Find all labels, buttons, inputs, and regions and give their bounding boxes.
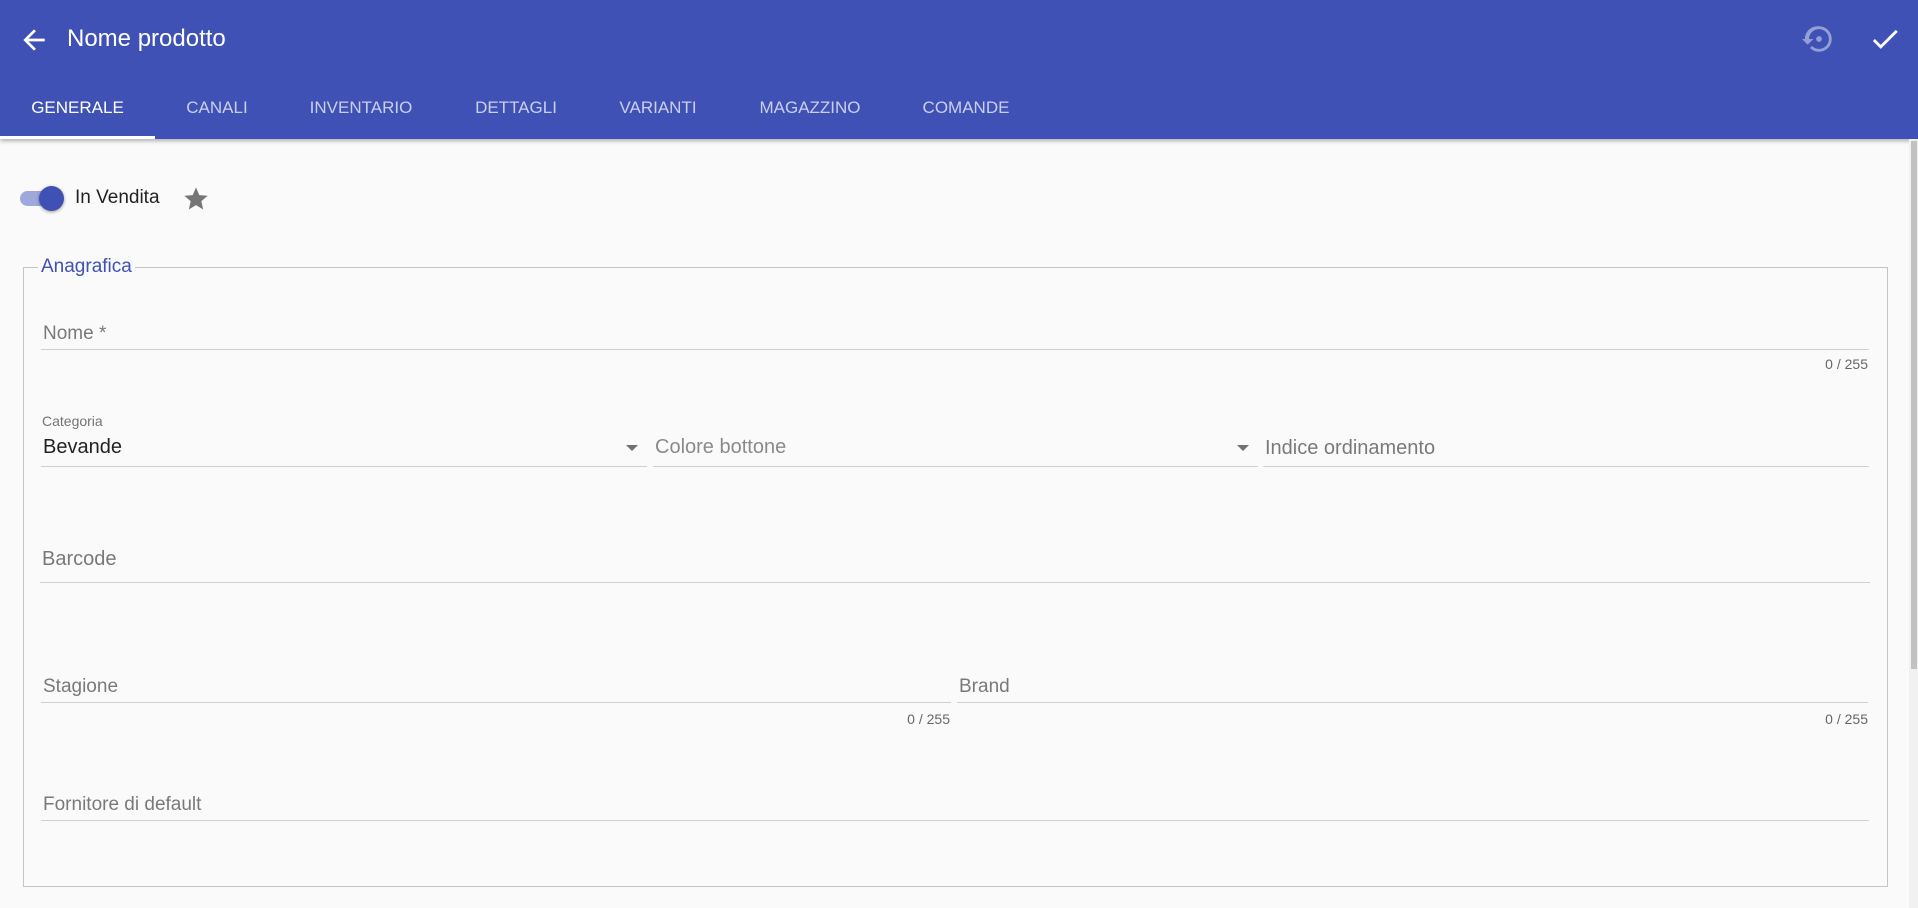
star-icon bbox=[184, 187, 208, 210]
favorite-button[interactable] bbox=[182, 185, 210, 213]
scrollbar-thumb[interactable] bbox=[1911, 141, 1917, 669]
tab-generale[interactable]: GENERALE bbox=[0, 90, 155, 139]
app-bar: Nome prodotto GENERALE CANALI INVENTARIO… bbox=[0, 0, 1918, 139]
check-icon bbox=[1872, 29, 1898, 49]
arrow-left-icon bbox=[23, 29, 45, 51]
barcode-input[interactable] bbox=[40, 537, 1870, 583]
in-vendita-toggle[interactable] bbox=[20, 186, 66, 211]
history-restore-icon bbox=[1802, 26, 1832, 52]
scrollbar[interactable] bbox=[1909, 139, 1918, 908]
chevron-down-icon bbox=[1237, 445, 1249, 451]
stagione-input[interactable] bbox=[41, 671, 951, 703]
categoria-value: Bevande bbox=[43, 436, 122, 458]
brand-input[interactable] bbox=[957, 671, 1868, 703]
chevron-down-icon bbox=[626, 445, 638, 451]
reset-button[interactable] bbox=[1802, 22, 1836, 56]
nome-counter: 0 / 255 bbox=[1825, 356, 1868, 372]
page-title: Nome prodotto bbox=[67, 25, 226, 52]
fornitore-default-input[interactable] bbox=[41, 789, 1869, 821]
tab-dettagli[interactable]: DETTAGLI bbox=[462, 90, 570, 139]
tab-magazzino[interactable]: MAGAZZINO bbox=[745, 90, 875, 139]
stagione-counter: 0 / 255 bbox=[907, 711, 950, 727]
tab-inventario[interactable]: INVENTARIO bbox=[297, 90, 425, 139]
brand-counter: 0 / 255 bbox=[1825, 711, 1868, 727]
tab-canali[interactable]: CANALI bbox=[175, 90, 259, 139]
back-button[interactable] bbox=[18, 24, 50, 56]
toggle-knob bbox=[39, 186, 64, 211]
tab-varianti[interactable]: VARIANTI bbox=[608, 90, 708, 139]
colore-bottone-placeholder: Colore bottone bbox=[655, 436, 787, 458]
tab-comande[interactable]: COMANDE bbox=[912, 90, 1020, 139]
nome-input[interactable] bbox=[41, 318, 1869, 350]
anagrafica-legend: Anagrafica bbox=[38, 255, 135, 279]
categoria-select[interactable]: Categoria Bevande bbox=[41, 413, 647, 467]
categoria-label: Categoria bbox=[42, 413, 103, 429]
confirm-button[interactable] bbox=[1868, 22, 1902, 56]
in-vendita-label: In Vendita bbox=[75, 187, 160, 208]
colore-bottone-select[interactable]: Colore bottone bbox=[653, 413, 1258, 467]
indice-ordinamento-input[interactable] bbox=[1263, 431, 1869, 467]
